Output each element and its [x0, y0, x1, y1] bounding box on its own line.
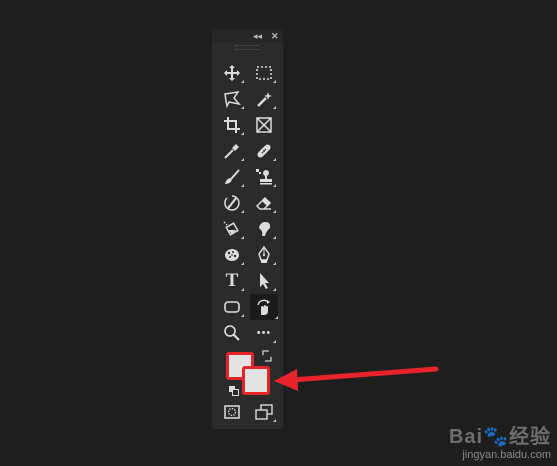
annotation-arrow	[274, 366, 439, 391]
watermark-url: jingyan.baidu.com	[462, 449, 551, 461]
watermark-logo: Bai🐾经验	[448, 426, 551, 448]
watermark: Bai🐾经验 jingyan.baidu.com	[449, 420, 551, 461]
